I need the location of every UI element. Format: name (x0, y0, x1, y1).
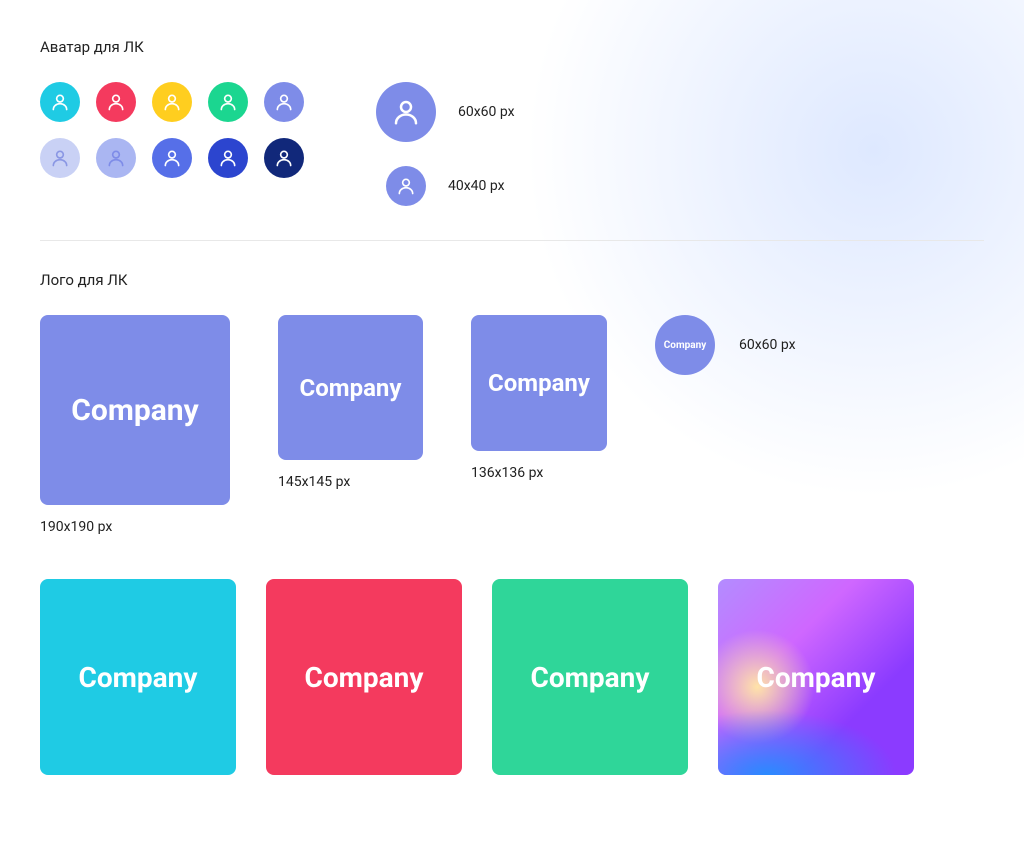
logo-sample-190: Company (40, 315, 230, 505)
person-icon (50, 92, 70, 112)
person-icon (218, 92, 238, 112)
avatar-swatch-row-2 (40, 138, 304, 178)
person-icon (274, 148, 294, 168)
avatar-sample-40 (386, 166, 426, 206)
avatar-size-60-label: 60x60 px (458, 104, 515, 120)
logo-136-dim: 136x136 px (471, 465, 607, 481)
person-icon (396, 176, 416, 196)
person-icon (106, 148, 126, 168)
logo-sample-136: Company (471, 315, 607, 451)
avatar-size-examples: 60x60 px 40x40 px (376, 82, 515, 206)
avatar-section: Аватар для ЛК 60x60 px 40x40 px (40, 38, 984, 206)
logo-190-block: Company 190x190 px (40, 315, 230, 535)
person-icon (218, 148, 238, 168)
avatar-sample-60 (376, 82, 436, 142)
logo-variant-label: Company (79, 661, 198, 694)
person-icon (162, 92, 182, 112)
logo-sample-60: Company (655, 315, 715, 375)
logo-variant-label: Company (531, 661, 650, 694)
avatar-swatch[interactable] (40, 82, 80, 122)
person-icon (274, 92, 294, 112)
logo-sample-145: Company (278, 315, 423, 460)
logo-60-dim: 60x60 px (739, 337, 796, 353)
logo-variants-row: Company Company Company Company (40, 579, 984, 775)
avatar-swatch[interactable] (264, 138, 304, 178)
avatar-swatch-grid (40, 82, 304, 178)
logo-136-label: Company (488, 369, 590, 397)
avatar-swatch[interactable] (96, 82, 136, 122)
avatar-section-title: Аватар для ЛК (40, 38, 984, 56)
avatar-swatch[interactable] (152, 82, 192, 122)
avatar-swatch[interactable] (96, 138, 136, 178)
logo-section-title: Лого для ЛК (40, 271, 984, 289)
logo-variant-cyan: Company (40, 579, 236, 775)
person-icon (50, 148, 70, 168)
avatar-swatch-row-1 (40, 82, 304, 122)
avatar-swatch[interactable] (152, 138, 192, 178)
page: Аватар для ЛК 60x60 px 40x40 px Лого для… (0, 0, 1024, 775)
avatar-swatch[interactable] (40, 138, 80, 178)
logo-variant-label: Company (305, 661, 424, 694)
logo-136-block: Company 136x136 px (471, 315, 607, 481)
logo-variant-red: Company (266, 579, 462, 775)
logo-section: Лого для ЛК Company 190x190 px Company 1… (40, 271, 984, 775)
avatar-size-40-label: 40x40 px (448, 178, 505, 194)
person-icon (106, 92, 126, 112)
avatar-swatch[interactable] (208, 82, 248, 122)
person-icon (162, 148, 182, 168)
logo-60-block: Company 60x60 px (655, 315, 796, 375)
logo-190-label: Company (71, 393, 198, 428)
avatar-swatch[interactable] (264, 82, 304, 122)
person-icon (391, 97, 421, 127)
logo-variant-label: Company (757, 661, 876, 694)
logo-variant-gradient: Company (718, 579, 914, 775)
avatar-swatch[interactable] (208, 138, 248, 178)
logo-145-block: Company 145x145 px (278, 315, 423, 490)
section-divider (40, 240, 984, 241)
logo-145-dim: 145x145 px (278, 474, 423, 490)
logo-60-label: Company (664, 340, 706, 351)
logo-145-label: Company (300, 374, 402, 402)
logo-190-dim: 190x190 px (40, 519, 230, 535)
logo-variant-green: Company (492, 579, 688, 775)
